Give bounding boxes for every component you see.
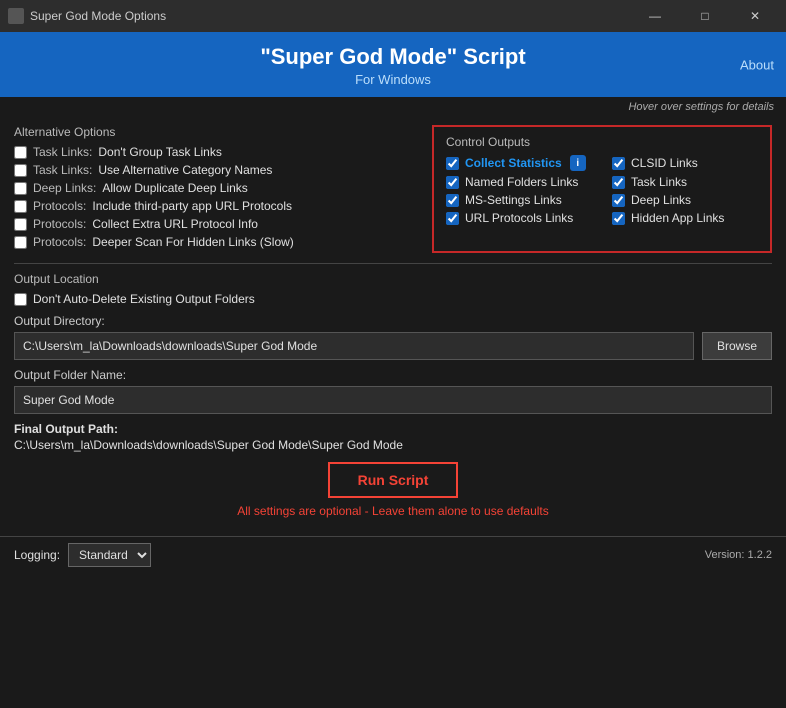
list-item: CLSID Links [612,155,758,171]
dont-delete-label: Don't Auto-Delete Existing Output Folder… [33,292,255,306]
list-item: Named Folders Links [446,175,592,189]
ctrl-label-deep-links: Deep Links [631,193,691,207]
hover-hint: Hover over settings for details [0,97,786,117]
title-bar: Super God Mode Options — □ ✕ [0,0,786,32]
opt-key-1: Task Links: [33,163,92,177]
header-title: "Super God Mode" Script [0,44,786,70]
browse-button[interactable]: Browse [702,332,772,360]
opt-val-4: Collect Extra URL Protocol Info [92,217,258,231]
alt-opt-checkbox-2[interactable] [14,182,27,195]
close-button[interactable]: ✕ [732,6,778,26]
alt-opt-checkbox-3[interactable] [14,200,27,213]
dont-delete-row: Don't Auto-Delete Existing Output Folder… [14,292,772,306]
output-location-label: Output Location [14,272,772,286]
ctrl-label-ms-settings: MS-Settings Links [465,193,562,207]
collect-stats-label: Collect Statistics [465,156,562,170]
ctrl-checkbox-task-links[interactable] [612,176,625,189]
opt-val-2: Allow Duplicate Deep Links [102,181,247,195]
opt-key-0: Task Links: [33,145,92,159]
list-item: Collect Statistics i [446,155,592,171]
opt-key-4: Protocols: [33,217,86,231]
ctrl-checkbox-deep-links[interactable] [612,194,625,207]
window-title: Super God Mode Options [30,9,166,23]
ctrl-checkbox-ms-settings[interactable] [446,194,459,207]
list-item: Protocols: Include third-party app URL P… [14,199,418,213]
ctrl-checkbox-clsid[interactable] [612,157,625,170]
opt-val-0: Don't Group Task Links [98,145,221,159]
list-item: MS-Settings Links [446,193,592,207]
opt-key-2: Deep Links: [33,181,96,195]
alt-opt-checkbox-1[interactable] [14,164,27,177]
opt-val-3: Include third-party app URL Protocols [92,199,292,213]
title-bar-left: Super God Mode Options [8,8,166,24]
opt-key-3: Protocols: [33,199,86,213]
ctrl-checkbox-hidden-app[interactable] [612,212,625,225]
opt-val-1: Use Alternative Category Names [98,163,272,177]
title-bar-controls: — □ ✕ [632,6,778,26]
opt-key-5: Protocols: [33,235,86,249]
list-item: Protocols: Deeper Scan For Hidden Links … [14,235,418,249]
run-section: Run Script All settings are optional - L… [14,462,772,518]
app-icon [8,8,24,24]
folder-name-label: Output Folder Name: [14,368,772,382]
ctrl-checkbox-collect-stats[interactable] [446,157,459,170]
directory-row: Browse [14,332,772,360]
about-button[interactable]: About [740,57,774,72]
control-outputs-label: Control Outputs [446,135,758,149]
alt-options-panel: Alternative Options Task Links: Don't Gr… [14,125,418,253]
ctrl-label-clsid: CLSID Links [631,156,698,170]
run-script-button[interactable]: Run Script [328,462,459,498]
optional-note: All settings are optional - Leave them a… [14,504,772,518]
final-path-title: Final Output Path: [14,422,772,436]
list-item: URL Protocols Links [446,211,592,225]
main-content: Alternative Options Task Links: Don't Gr… [0,117,786,532]
divider-1 [14,263,772,264]
directory-input[interactable] [14,332,694,360]
ctrl-label-named-folders: Named Folders Links [465,175,578,189]
list-item: Task Links: Don't Group Task Links [14,145,418,159]
opt-val-5: Deeper Scan For Hidden Links (Slow) [92,235,293,249]
final-path-section: Final Output Path: C:\Users\m_la\Downloa… [14,422,772,452]
output-location-section: Output Location Don't Auto-Delete Existi… [14,272,772,452]
list-item: Task Links [612,175,758,189]
list-item: Deep Links [612,193,758,207]
directory-label: Output Directory: [14,314,772,328]
maximize-button[interactable]: □ [682,6,728,26]
logging-label: Logging: [14,548,60,562]
version-label: Version: 1.2.2 [705,549,772,561]
logging-select[interactable]: Standard Verbose Minimal [68,543,151,567]
alt-opt-checkbox-5[interactable] [14,236,27,249]
folder-name-input[interactable] [14,386,772,414]
list-item: Hidden App Links [612,211,758,225]
footer: Logging: Standard Verbose Minimal Versio… [0,536,786,573]
ctrl-label-task-links: Task Links [631,175,687,189]
two-col-section: Alternative Options Task Links: Don't Gr… [14,125,772,253]
list-item: Task Links: Use Alternative Category Nam… [14,163,418,177]
alt-opt-checkbox-4[interactable] [14,218,27,231]
alt-opt-checkbox-0[interactable] [14,146,27,159]
control-outputs-panel: Control Outputs Collect Statistics i CLS… [432,125,772,253]
logging-row: Logging: Standard Verbose Minimal [14,543,151,567]
header: "Super God Mode" Script For Windows Abou… [0,32,786,97]
minimize-button[interactable]: — [632,6,678,26]
dont-delete-checkbox[interactable] [14,293,27,306]
list-item: Deep Links: Allow Duplicate Deep Links [14,181,418,195]
list-item: Protocols: Collect Extra URL Protocol In… [14,217,418,231]
ctrl-checkbox-url-protocols[interactable] [446,212,459,225]
ctrl-checkbox-named-folders[interactable] [446,176,459,189]
control-outputs-grid: Collect Statistics i CLSID Links Named F… [446,155,758,225]
header-subtitle: For Windows [0,72,786,87]
alt-options-label: Alternative Options [14,125,418,139]
info-icon[interactable]: i [570,155,586,171]
final-path-value: C:\Users\m_la\Downloads\downloads\Super … [14,438,772,452]
ctrl-label-url-protocols: URL Protocols Links [465,211,573,225]
ctrl-label-hidden-app: Hidden App Links [631,211,724,225]
